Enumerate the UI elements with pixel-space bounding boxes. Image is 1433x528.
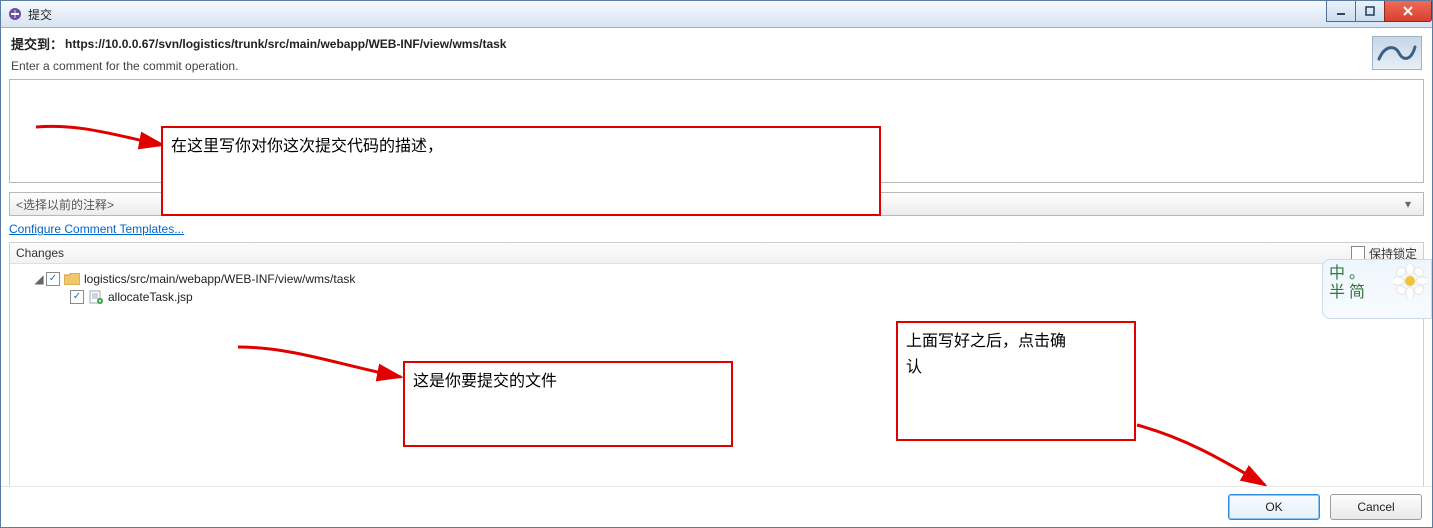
commit-url: https://10.0.0.67/svn/logistics/trunk/sr… xyxy=(65,37,506,51)
annotation-file: 这是你要提交的文件 xyxy=(403,361,733,447)
flower-icon xyxy=(1393,264,1427,303)
file-checkbox[interactable] xyxy=(70,290,84,304)
close-button[interactable] xyxy=(1384,1,1432,22)
app-icon xyxy=(7,6,23,22)
annotation-comment: 在这里写你对你这次提交代码的描述， xyxy=(161,126,881,216)
tree-folder-row[interactable]: ◢ logistics/src/main/webapp/WEB-INF/view… xyxy=(16,270,1417,288)
file-icon xyxy=(88,290,104,304)
chevron-down-icon: ▾ xyxy=(1399,197,1417,211)
commit-dialog: 提交 提交到： https://10.0.0.67/svn/logistics/… xyxy=(0,0,1433,528)
cancel-button[interactable]: Cancel xyxy=(1330,494,1422,520)
titlebar[interactable]: 提交 xyxy=(1,1,1432,28)
ok-button[interactable]: OK xyxy=(1228,494,1320,520)
commit-hint: Enter a comment for the commit operation… xyxy=(11,59,1422,73)
ime-indicator[interactable]: 中 。 半 简 xyxy=(1322,259,1432,319)
header-pane: 提交到： https://10.0.0.67/svn/logistics/tru… xyxy=(1,28,1432,79)
folder-checkbox[interactable] xyxy=(46,272,60,286)
folder-icon xyxy=(64,272,80,286)
button-bar: OK Cancel xyxy=(1,486,1432,527)
annotation-ok: 上面写好之后，点击确 认 xyxy=(896,321,1136,441)
window-controls xyxy=(1327,1,1432,22)
folder-path: logistics/src/main/webapp/WEB-INF/view/w… xyxy=(84,272,355,286)
checkbox-icon xyxy=(1351,246,1365,260)
window-title: 提交 xyxy=(28,5,1432,23)
file-name: allocateTask.jsp xyxy=(108,290,193,304)
changes-title: Changes xyxy=(10,246,1345,260)
brand-icon xyxy=(1372,36,1422,70)
expand-icon[interactable]: ◢ xyxy=(34,274,44,284)
maximize-button[interactable] xyxy=(1355,1,1385,22)
commit-to-label: 提交到： xyxy=(11,34,63,53)
minimize-button[interactable] xyxy=(1326,1,1356,22)
tree-file-row[interactable]: allocateTask.jsp xyxy=(16,288,1417,306)
configure-templates-link[interactable]: Configure Comment Templates... xyxy=(9,222,184,236)
